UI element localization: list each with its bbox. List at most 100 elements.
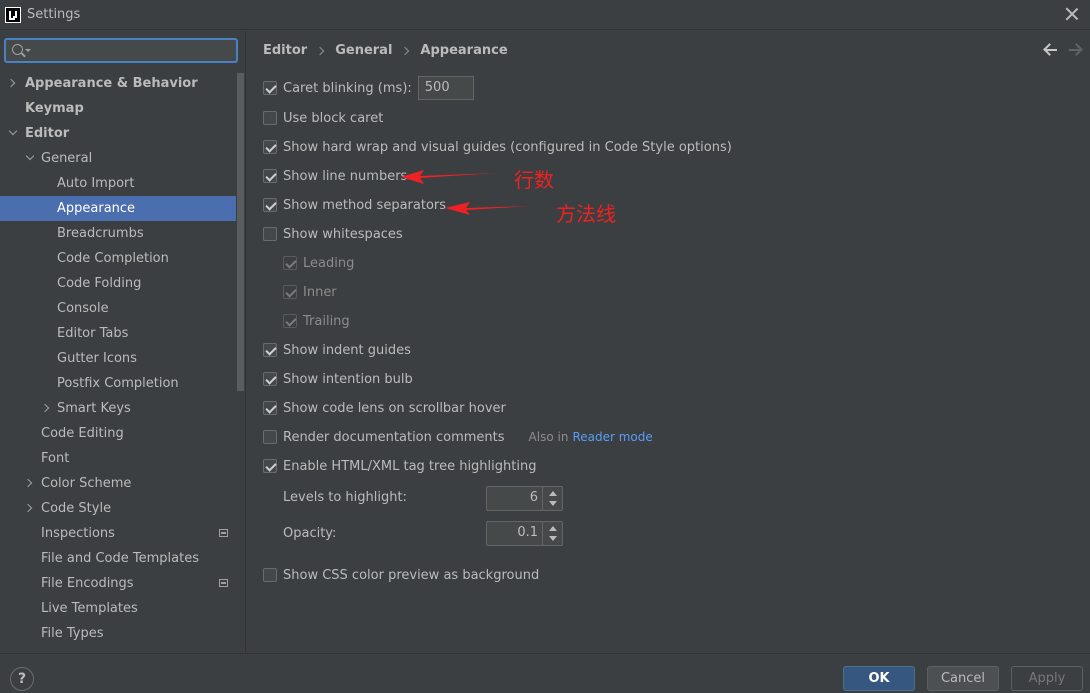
search-input[interactable] bbox=[34, 42, 234, 60]
whitespaces-checkbox[interactable] bbox=[263, 227, 277, 241]
leading-checkbox bbox=[283, 256, 297, 270]
sidebar-item-code-style[interactable]: Code Style bbox=[0, 496, 236, 521]
forward-arrow-icon[interactable] bbox=[1068, 44, 1082, 56]
chevron-right-icon[interactable] bbox=[6, 78, 16, 88]
option-label: Show code lens on scrollbar hover bbox=[283, 400, 506, 416]
reader-mode-link[interactable]: Reader mode bbox=[572, 430, 652, 444]
sidebar-item-file-types[interactable]: File Types bbox=[0, 621, 236, 646]
caret-blinking-option[interactable]: Caret blinking (ms): 500 bbox=[263, 76, 474, 100]
inner-checkbox bbox=[283, 285, 297, 299]
search-icon bbox=[12, 44, 23, 55]
back-arrow-icon[interactable] bbox=[1044, 44, 1058, 56]
line-numbers-checkbox[interactable] bbox=[263, 169, 277, 183]
sidebar-item-gutter-icons[interactable]: Gutter Icons bbox=[0, 346, 236, 371]
sidebar-item-smart-keys[interactable]: Smart Keys bbox=[0, 396, 236, 421]
sidebar-item-code-folding[interactable]: Code Folding bbox=[0, 271, 236, 296]
hard-wrap-checkbox[interactable] bbox=[263, 140, 277, 154]
sidebar-item-appearance-behavior[interactable]: Appearance & Behavior bbox=[0, 71, 236, 96]
sidebar-item-label: Code Folding bbox=[57, 276, 142, 291]
option-label: Show whitespaces bbox=[283, 226, 403, 242]
sidebar-item-console[interactable]: Console bbox=[0, 296, 236, 321]
whitespaces-option[interactable]: Show whitespaces bbox=[263, 224, 403, 244]
hard-wrap-option[interactable]: Show hard wrap and visual guides (config… bbox=[263, 137, 732, 157]
spinner-arrows[interactable] bbox=[542, 487, 562, 510]
chevron-down-icon[interactable] bbox=[8, 126, 18, 136]
opacity-value[interactable]: 0.1 bbox=[517, 525, 538, 540]
render-docs-option[interactable]: Render documentation comments Also in Re… bbox=[263, 427, 653, 447]
chevron-right-icon[interactable] bbox=[23, 503, 33, 513]
css-preview-option[interactable]: Show CSS color preview as background bbox=[263, 565, 539, 585]
sidebar-item-auto-import[interactable]: Auto Import bbox=[0, 171, 236, 196]
ok-button[interactable]: OK bbox=[843, 666, 915, 691]
code-lens-checkbox[interactable] bbox=[263, 401, 277, 415]
chevron-up-icon[interactable] bbox=[549, 526, 557, 531]
chevron-right-icon[interactable] bbox=[23, 478, 33, 488]
sidebar-item-appearance[interactable]: Appearance bbox=[0, 196, 236, 221]
caret-blinking-input[interactable]: 500 bbox=[417, 76, 474, 100]
close-icon[interactable] bbox=[1064, 6, 1080, 22]
help-button[interactable]: ? bbox=[10, 667, 34, 691]
sidebar-item-postfix-completion[interactable]: Postfix Completion bbox=[0, 371, 236, 396]
sidebar-item-general[interactable]: General bbox=[0, 146, 236, 171]
sidebar-item-inspections[interactable]: Inspections bbox=[0, 521, 236, 546]
project-scope-icon bbox=[219, 529, 228, 537]
css-preview-checkbox[interactable] bbox=[263, 568, 277, 582]
sidebar-item-font[interactable]: Font bbox=[0, 446, 236, 471]
sidebar-item-label: File Types bbox=[41, 626, 104, 641]
cancel-button[interactable]: Cancel bbox=[927, 666, 999, 691]
sidebar-item-label: Postfix Completion bbox=[57, 376, 179, 391]
indent-guides-checkbox[interactable] bbox=[263, 343, 277, 357]
html-xml-checkbox[interactable] bbox=[263, 459, 277, 473]
sidebar-item-label: Gutter Icons bbox=[57, 351, 137, 366]
chevron-down-icon[interactable] bbox=[549, 536, 557, 541]
chevron-right-icon[interactable] bbox=[40, 403, 50, 413]
breadcrumb-editor[interactable]: Editor bbox=[263, 43, 307, 58]
block-caret-option[interactable]: Use block caret bbox=[263, 108, 383, 128]
trailing-checkbox bbox=[283, 314, 297, 328]
breadcrumb-general[interactable]: General bbox=[335, 43, 392, 58]
option-label: Leading bbox=[303, 255, 355, 271]
levels-value[interactable]: 6 bbox=[530, 490, 538, 505]
intention-bulb-option[interactable]: Show intention bulb bbox=[263, 369, 413, 389]
option-label: Show intention bulb bbox=[283, 371, 413, 387]
option-label: Inner bbox=[303, 284, 337, 300]
sidebar-item-live-templates[interactable]: Live Templates bbox=[0, 596, 236, 621]
search-history-icon[interactable] bbox=[25, 49, 31, 52]
indent-guides-option[interactable]: Show indent guides bbox=[263, 340, 411, 360]
sidebar-item-color-scheme[interactable]: Color Scheme bbox=[0, 471, 236, 496]
sidebar-item-file-encodings[interactable]: File Encodings bbox=[0, 571, 236, 596]
dialog-footer: ? OK Cancel Apply bbox=[0, 653, 1090, 693]
html-xml-option[interactable]: Enable HTML/XML tag tree highlighting bbox=[263, 456, 536, 476]
line-numbers-option[interactable]: Show line numbers bbox=[263, 166, 407, 186]
annotation-line-numbers-text: 行数 bbox=[514, 168, 554, 192]
sidebar-item-file-code-templates[interactable]: File and Code Templates bbox=[0, 546, 236, 571]
sidebar-item-label: Breadcrumbs bbox=[57, 226, 144, 241]
sidebar-item-label: Appearance & Behavior bbox=[25, 76, 198, 91]
option-label: Trailing bbox=[303, 313, 350, 329]
sidebar-item-breadcrumbs[interactable]: Breadcrumbs bbox=[0, 221, 236, 246]
sidebar-item-editor[interactable]: Editor bbox=[0, 121, 236, 146]
apply-button[interactable]: Apply bbox=[1011, 666, 1083, 691]
chevron-up-icon[interactable] bbox=[549, 491, 557, 496]
sidebar-item-keymap[interactable]: Keymap bbox=[0, 96, 236, 121]
sidebar-item-code-editing[interactable]: Code Editing bbox=[0, 421, 236, 446]
render-docs-checkbox[interactable] bbox=[263, 430, 277, 444]
method-separators-option[interactable]: Show method separators bbox=[263, 195, 446, 215]
sidebar-scrollbar[interactable] bbox=[237, 73, 244, 391]
sidebar-item-editor-tabs[interactable]: Editor Tabs bbox=[0, 321, 236, 346]
opacity-spinner[interactable]: 0.1 bbox=[486, 521, 563, 546]
sidebar-item-code-completion[interactable]: Code Completion bbox=[0, 246, 236, 271]
levels-spinner[interactable]: 6 bbox=[486, 486, 563, 511]
spinner-arrows[interactable] bbox=[542, 522, 562, 545]
caret-blinking-checkbox[interactable] bbox=[263, 81, 277, 95]
sidebar-item-label: Auto Import bbox=[57, 176, 135, 191]
block-caret-checkbox[interactable] bbox=[263, 111, 277, 125]
intention-bulb-checkbox[interactable] bbox=[263, 372, 277, 386]
search-box[interactable] bbox=[4, 38, 238, 63]
annotation-method-separators-text: 方法线 bbox=[556, 202, 616, 226]
code-lens-option[interactable]: Show code lens on scrollbar hover bbox=[263, 398, 506, 418]
chevron-down-icon[interactable] bbox=[549, 501, 557, 506]
method-separators-checkbox[interactable] bbox=[263, 198, 277, 212]
option-label: Show method separators bbox=[283, 197, 447, 213]
chevron-down-icon[interactable] bbox=[25, 151, 35, 161]
